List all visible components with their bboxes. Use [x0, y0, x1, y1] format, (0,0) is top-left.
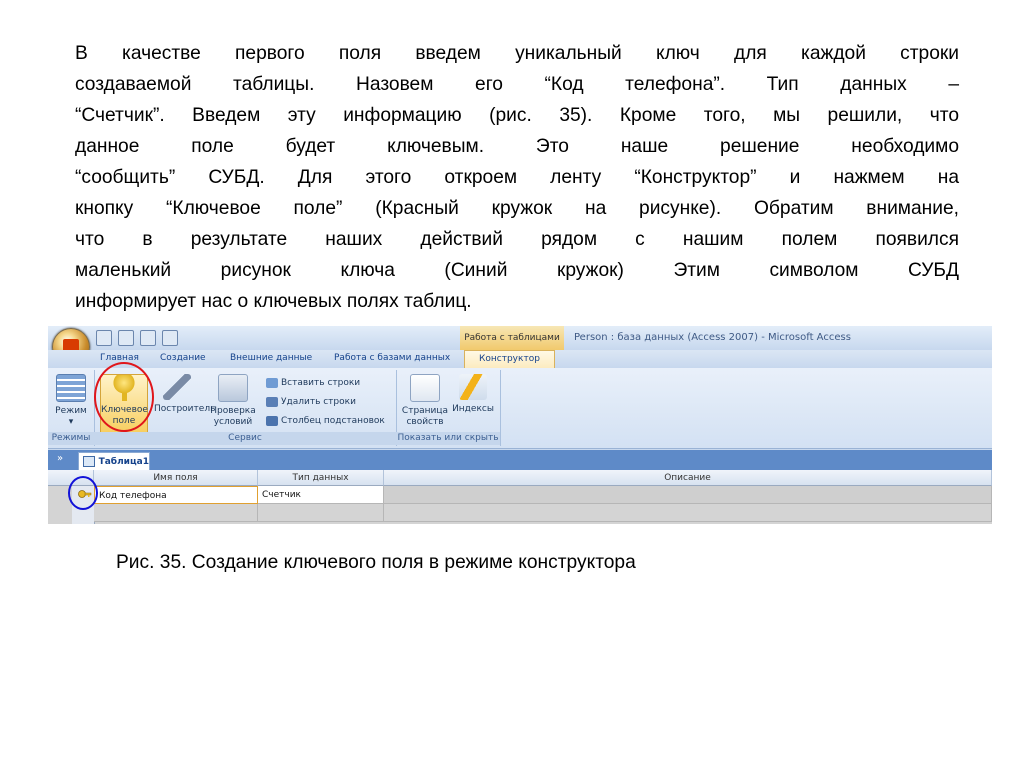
design-grid: Имя поля Тип данных Описание Код телефон… [48, 470, 992, 524]
delete-rows-label: Удалить строки [281, 397, 356, 407]
blue-highlight-circle [68, 476, 98, 510]
delete-rows-icon [266, 397, 278, 407]
group-label: Сервис [94, 432, 396, 445]
field-name-cell[interactable]: Код телефона [94, 486, 258, 504]
quick-access-toolbar [96, 330, 178, 346]
tab-database-tools[interactable]: Работа с базами данных [334, 353, 450, 363]
builder-button[interactable]: Построитель [154, 374, 216, 415]
table-icon [83, 456, 95, 467]
view-icon[interactable] [162, 330, 178, 346]
paragraph-line: создаваемой таблицы. Назовем его “Код те… [75, 74, 959, 95]
document-tab-label: Таблица1 [98, 456, 149, 467]
group-label: Показать или скрыть [396, 432, 500, 445]
insert-rows-label: Вставить строки [281, 378, 361, 388]
paragraph-line: данное поле будет ключевым. Это наше реш… [75, 136, 959, 157]
description-cell[interactable] [384, 486, 992, 504]
paragraph-line: что в результате наших действий рядом с … [75, 229, 959, 250]
ribbon: Режим ▾ Режимы Ключевое поле Построитель… [48, 368, 992, 449]
tab-external-data[interactable]: Внешние данные [230, 353, 312, 363]
lookup-column-icon [266, 416, 278, 426]
paragraph-line: информирует нас о ключевых полях таблиц. [75, 291, 472, 312]
property-sheet-button[interactable]: Страница свойств [400, 374, 450, 428]
header-field-name: Имя поля [94, 470, 258, 486]
redo-icon[interactable] [140, 330, 156, 346]
context-tab-label: Работа с таблицами [460, 326, 564, 350]
paragraph-line: В качестве первого поля введем уникальны… [75, 43, 959, 64]
group-show-hide: Страница свойств Индексы Показать или ск… [396, 370, 501, 446]
paragraph-line: “сообщить” СУБД. Для этого откроем ленту… [75, 167, 959, 188]
empty-cell[interactable] [94, 504, 258, 522]
save-icon[interactable] [96, 330, 112, 346]
builder-icon [163, 374, 191, 400]
builder-label: Построитель [154, 404, 216, 414]
undo-icon[interactable] [118, 330, 134, 346]
title-bar: Работа с таблицами Person : база данных … [48, 326, 992, 350]
property-sheet-label: Страница [401, 406, 449, 416]
body-paragraph: В качестве первого поля введем уникальны… [75, 38, 959, 317]
paragraph-line: маленький рисунок ключа (Синий кружок) Э… [75, 260, 959, 281]
table-view-icon [56, 374, 86, 402]
chevron-down-icon: ▾ [68, 417, 74, 427]
window-title: Person : база данных (Access 2007) - Mic… [574, 332, 851, 343]
navigation-pane-toggle[interactable]: » [50, 453, 70, 467]
ribbon-tabs: Главная Создание Внешние данные Работа с… [48, 350, 992, 373]
insert-rows-icon [266, 378, 278, 388]
test-rules-label: Проверка [210, 406, 256, 416]
property-sheet-label: свойств [406, 417, 444, 427]
mode-button[interactable]: Режим ▾ [48, 374, 94, 428]
empty-cell[interactable] [258, 504, 384, 522]
data-type-cell[interactable]: Счетчик [258, 486, 384, 504]
group-modes: Режим ▾ Режимы [48, 370, 95, 446]
paragraph-line: кнопку “Ключевое поле” (Красный кружок н… [75, 198, 959, 219]
header-data-type: Тип данных [258, 470, 384, 486]
group-label: Режимы [48, 432, 94, 445]
indexes-button[interactable]: Индексы [450, 374, 496, 415]
red-highlight-circle [94, 362, 154, 432]
document-tab[interactable]: Таблица1 [78, 452, 150, 470]
lookup-column-label: Столбец подстановок [281, 416, 385, 426]
delete-rows-button[interactable]: Удалить строки [266, 397, 356, 407]
lightning-icon [459, 374, 487, 400]
paragraph-line: “Счетчик”. Введем эту информацию (рис. 3… [75, 105, 959, 126]
insert-rows-button[interactable]: Вставить строки [266, 378, 360, 388]
document-tab-bar: » Таблица1 [48, 450, 992, 470]
lookup-column-button[interactable]: Столбец подстановок [266, 416, 385, 426]
tab-create[interactable]: Создание [160, 353, 206, 363]
access-screenshot: Работа с таблицами Person : база данных … [48, 326, 992, 524]
check-icon [218, 374, 248, 402]
indexes-label: Индексы [452, 404, 494, 414]
header-description: Описание [384, 470, 992, 486]
property-sheet-icon [410, 374, 440, 402]
mode-label: Режим [55, 406, 87, 416]
figure-caption: Рис. 35. Создание ключевого поля в режим… [116, 552, 636, 573]
test-rules-label: условий [213, 417, 253, 427]
test-rules-button[interactable]: Проверка условий [210, 374, 256, 428]
empty-cell[interactable] [384, 504, 992, 522]
